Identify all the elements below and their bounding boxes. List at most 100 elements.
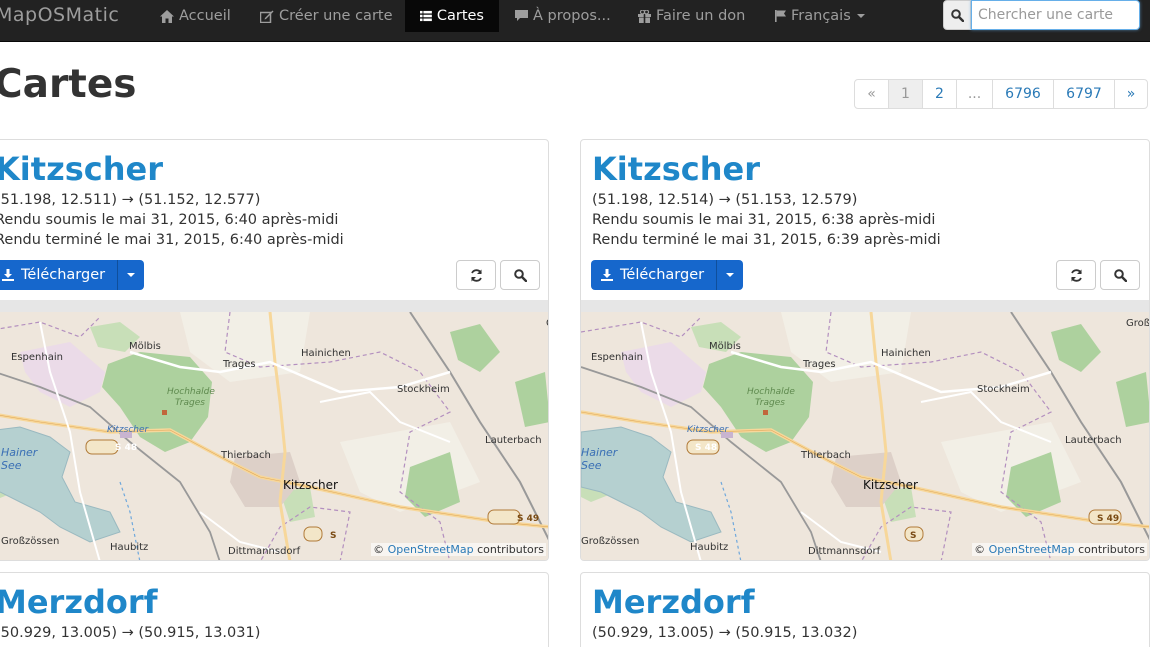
- map-place-label: Kitzscher: [107, 425, 150, 435]
- map-place-label: Dittmannsdorf: [228, 546, 301, 557]
- search-button[interactable]: [943, 0, 971, 30]
- pagination-next[interactable]: »: [1114, 79, 1148, 109]
- refresh-icon: [1070, 268, 1082, 282]
- attribution-prefix: ©: [373, 543, 388, 556]
- download-button-group: Télécharger: [591, 260, 744, 290]
- pagination-page-2[interactable]: 2: [922, 79, 957, 109]
- map-place-label: Großzössen: [581, 536, 639, 547]
- nav-language-dropdown[interactable]: Français: [760, 0, 880, 32]
- nav-creer-carte-label: Créer une carte: [279, 8, 393, 24]
- map-place-label: Kitzscher: [863, 478, 918, 492]
- map-place-label: Lauterbach: [1065, 435, 1122, 446]
- nav-a-propos[interactable]: À propos...: [500, 0, 626, 32]
- map-place-label: S 49: [1097, 514, 1119, 524]
- map-place-label: Kitzscher: [687, 425, 730, 435]
- download-icon: [601, 269, 613, 281]
- rerender-button[interactable]: [456, 260, 496, 290]
- rerender-button[interactable]: [1056, 260, 1096, 290]
- pagination-page-1[interactable]: 1: [888, 79, 923, 109]
- page-title: Cartes: [0, 62, 137, 107]
- map-attribution: © OpenStreetMap contributors: [972, 543, 1147, 556]
- map-card-finished: Rendu terminé le mai 31, 2015, 6:39 aprè…: [592, 232, 941, 248]
- map-place-label: Trages: [175, 398, 205, 408]
- nav-accueil-label: Accueil: [179, 8, 231, 24]
- map-place-label: Haubitz: [690, 542, 728, 553]
- map-place-label: Haubitz: [110, 542, 148, 553]
- map-card-title[interactable]: Merzdorf: [0, 583, 158, 621]
- navbar: MapOSMatic Accueil Créer une carte Carte…: [0, 0, 1150, 42]
- pagination-prev[interactable]: «: [854, 79, 889, 109]
- map-card: Kitzscher (51.198, 12.514) → (51.153, 12…: [580, 139, 1150, 561]
- map-place-label: Thierbach: [220, 450, 271, 461]
- map-attribution: © OpenStreetMap contributors: [371, 543, 546, 556]
- search-form: [943, 0, 1140, 30]
- map-place-label: Hochhalde: [167, 387, 215, 397]
- nav-creer-carte[interactable]: Créer une carte: [245, 0, 408, 32]
- download-label: Télécharger: [620, 267, 705, 283]
- download-dropdown-toggle[interactable]: [717, 260, 744, 290]
- map-card-submitted: Rendu soumis le mai 31, 2015, 6:40 après…: [0, 212, 339, 228]
- comment-icon: [515, 10, 528, 21]
- map-place-label: Espenhain: [11, 352, 63, 363]
- map-place-label: See: [1, 459, 22, 472]
- brand-logo[interactable]: MapOSMatic: [0, 4, 119, 26]
- map-place-label: S 49: [517, 514, 539, 524]
- map-place-label: Hochhalde: [747, 387, 795, 397]
- map-place-label: Mölbis: [129, 341, 161, 352]
- download-button[interactable]: Télécharger: [591, 260, 718, 290]
- map-header-strip: [0, 300, 548, 312]
- map-card-title[interactable]: Merzdorf: [592, 583, 755, 621]
- openstreetmap-link[interactable]: OpenStreetMap: [989, 543, 1075, 556]
- map-thumbnail[interactable]: Großbothen Espenhain Mölbis Trages Hainichen…: [0, 312, 549, 560]
- map-place-label: S 48: [115, 443, 137, 453]
- map-place-label: See: [581, 459, 602, 472]
- view-details-button[interactable]: [500, 260, 540, 290]
- view-details-button[interactable]: [1100, 260, 1140, 290]
- gift-icon: [638, 9, 651, 23]
- map-place-label: Hainichen: [301, 348, 351, 359]
- pagination-page-6797[interactable]: 6797: [1053, 79, 1115, 109]
- map-svg: Großbothen Espenhain Mölbis Trages Hainichen…: [0, 312, 549, 560]
- pagination-page-6796[interactable]: 6796: [992, 79, 1054, 109]
- chevron-down-icon: [726, 273, 735, 277]
- map-card-coords: (51.198, 12.514) → (51.153, 12.579): [592, 192, 858, 208]
- map-place-label: Hainichen: [881, 348, 931, 359]
- map-card-title[interactable]: Kitzscher: [592, 150, 760, 188]
- map-place-label: Trages: [802, 359, 836, 370]
- download-button[interactable]: Télécharger: [0, 260, 119, 290]
- map-place-label: Hainer: [581, 446, 619, 459]
- map-card-title[interactable]: Kitzscher: [0, 150, 163, 188]
- nav-accueil[interactable]: Accueil: [145, 0, 246, 32]
- map-thumbnail[interactable]: Großbothen Espenhain Mölbis Trages Hainichen…: [581, 312, 1149, 560]
- edit-icon: [260, 10, 274, 23]
- search-input[interactable]: [971, 0, 1140, 30]
- openstreetmap-link[interactable]: OpenStreetMap: [388, 543, 474, 556]
- map-card-coords: (50.929, 13.005) → (50.915, 13.032): [592, 625, 858, 641]
- map-place-label: S 48: [695, 443, 717, 453]
- download-button-group: Télécharger: [0, 260, 145, 290]
- chevron-down-icon: [127, 273, 136, 277]
- map-place-label: Großbothen: [546, 318, 549, 329]
- download-icon: [2, 269, 14, 281]
- map-place-label: Kitzscher: [283, 478, 338, 492]
- map-place-label: Stockheim: [977, 384, 1030, 395]
- chevron-down-icon: [856, 14, 865, 18]
- attribution-suffix: contributors: [1074, 543, 1145, 556]
- search-icon: [1113, 268, 1127, 282]
- search-icon: [950, 8, 964, 22]
- download-label: Télécharger: [21, 267, 106, 283]
- download-dropdown-toggle[interactable]: [118, 260, 145, 290]
- nav-faire-un-don[interactable]: Faire un don: [623, 0, 760, 32]
- attribution-suffix: contributors: [473, 543, 544, 556]
- map-place-label: Stockheim: [397, 384, 450, 395]
- attribution-prefix: ©: [974, 543, 989, 556]
- nav-cartes-label: Cartes: [436, 8, 484, 24]
- map-card: Merzdorf (50.929, 13.005) → (50.915, 13.…: [580, 572, 1150, 647]
- map-place-label: Espenhain: [591, 352, 643, 363]
- map-place-label: Thierbach: [800, 450, 851, 461]
- pagination: « 1 2 ... 6796 6797 »: [854, 79, 1148, 109]
- nav-cartes[interactable]: Cartes: [405, 0, 499, 32]
- flag-icon: [775, 10, 786, 22]
- map-card-finished: Rendu terminé le mai 31, 2015, 6:40 aprè…: [0, 232, 344, 248]
- nav-faire-un-don-label: Faire un don: [656, 8, 746, 24]
